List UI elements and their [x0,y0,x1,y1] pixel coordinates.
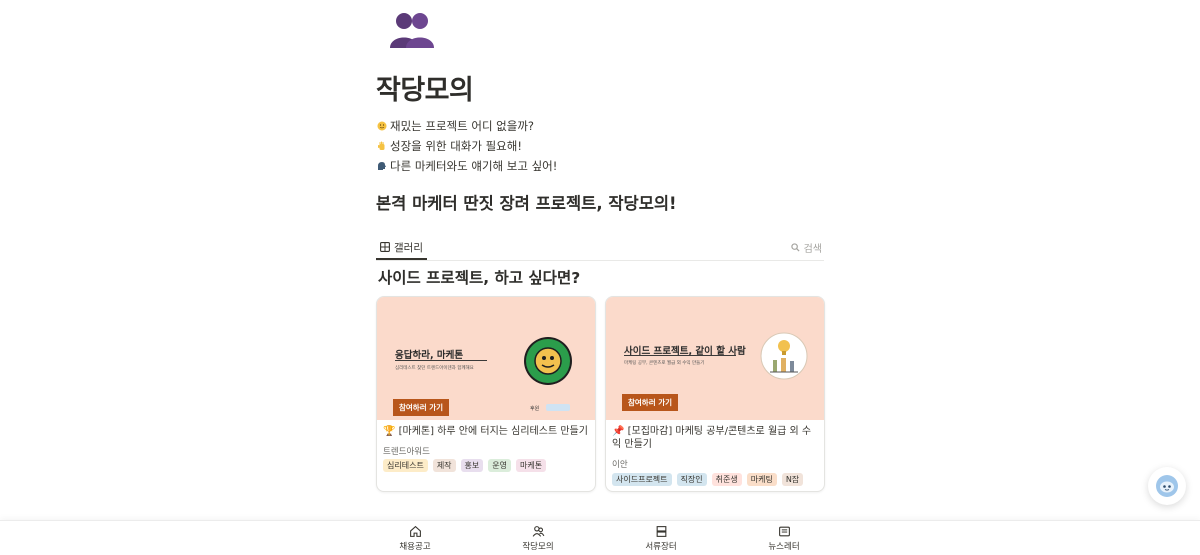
newsletter-icon [778,526,790,537]
search-button[interactable]: 검색 [790,240,822,255]
nav-item-newsletter[interactable]: 뉴스레터 [744,525,824,552]
intro-line-text: 재밌는 프로젝트 어디 없을까? [390,119,535,133]
tag: N잡 [781,473,804,486]
card-title: 📌 [모집마감] 마케팅 공부/콘텐츠로 월급 외 수익 만들기 [612,426,812,450]
people-icon [532,526,544,537]
intro-line: 재밌는 프로젝트 어디 없을까? [376,118,534,134]
nav-item-documents[interactable]: 서류장터 [621,525,701,552]
nav-item-jakdang[interactable]: 작당모의 [498,525,578,552]
bottom-navigation: 채용공고 작당모의 서류장터 뉴스레터 [0,520,1200,555]
cover-rule [624,355,736,356]
intro-line: 성장을 위한 대화가 필요해! [376,138,522,154]
cover-sponsor-text: 후원 [530,406,540,412]
tab-gallery-label: 갤러리 [394,241,423,254]
documents-icon [656,526,666,537]
nav-label: 작당모의 [522,542,554,552]
tag: 심리테스트 [383,459,428,472]
tab-gallery[interactable]: 갤러리 [376,236,427,260]
card-author: 이안 [612,460,628,470]
gallery-card[interactable]: 응답하라, 마케톤 심리테스트 찾던 트렌드아이덴과 함께해요 참여하러 가기 … [376,296,596,492]
gallery-icon [380,242,390,252]
nav-item-jobs[interactable]: 채용공고 [375,525,455,552]
tag: 홍보 [460,459,484,472]
tag: 취준생 [711,473,742,486]
card-cover: 사이드 프로젝트, 같이 할 사람 마케팅 공부, 콘텐츠로 월급 외 수익 만… [606,297,824,420]
trend-award-logo [523,336,573,386]
tag: 운영 [488,459,512,472]
card-cover: 응답하라, 마케톤 심리테스트 찾던 트렌드아이덴과 함께해요 참여하러 가기 … [377,297,595,420]
card-author: 트렌드아워드 [383,447,430,457]
search-label: 검색 [803,244,822,255]
cover-rule [395,360,487,361]
nav-label: 서류장터 [645,542,677,552]
two-people-icon [386,8,438,50]
chat-button[interactable] [1148,467,1186,505]
page-title: 작당모의 [376,75,474,106]
cover-join-button: 참여하러 가기 [393,399,450,416]
hand-icon [376,141,387,152]
cover-title: 응답하라, 마케톤 [395,350,464,361]
tag: 마케팅 [746,473,777,486]
nav-label: 뉴스레터 [768,542,800,552]
nav-label: 채용공고 [399,542,431,552]
search-icon [790,243,800,252]
section-heading: 사이드 프로젝트, 하고 싶다면? [378,269,581,287]
card-tags: 심리테스트 제작 홍보 운영 마케톤 [383,459,547,472]
page-heading: 본격 마케터 딴짓 장려 프로젝트, 작당모의! [376,194,677,213]
cover-join-button: 참여하러 가기 [622,394,679,411]
sponsor-logo [546,404,570,411]
card-tags: 사이드프로젝트 직장인 취준생 마케팅 N잡 [612,473,804,486]
chatbot-icon [1156,475,1178,497]
tag: 제작 [432,459,456,472]
tag: 사이드프로젝트 [612,473,672,486]
tag: 직장인 [676,473,707,486]
cover-subtitle: 심리테스트 찾던 트렌드아이덴과 함께해요 [395,366,474,371]
intro-line-text: 다른 마케터와도 얘기해 보고 싶어! [390,159,558,173]
speaking-head-icon [376,161,387,172]
intro-line-text: 성장을 위한 대화가 필요해! [390,139,522,153]
card-title: 🏆 [마케톤] 하루 안에 터지는 심리테스트 만들기 [383,426,588,437]
tag: 마케톤 [516,459,547,472]
cover-subtitle: 마케팅 공부, 콘텐츠로 월급 외 수익 만들기 [624,361,705,366]
lightbulb-illustration [760,332,808,380]
view-bar: 갤러리 검색 [376,236,824,261]
face-icon [376,121,387,132]
gallery-card[interactable]: 사이드 프로젝트, 같이 할 사람 마케팅 공부, 콘텐츠로 월급 외 수익 만… [605,296,825,492]
intro-line: 다른 마케터와도 얘기해 보고 싶어! [376,158,557,174]
home-icon [409,525,421,537]
